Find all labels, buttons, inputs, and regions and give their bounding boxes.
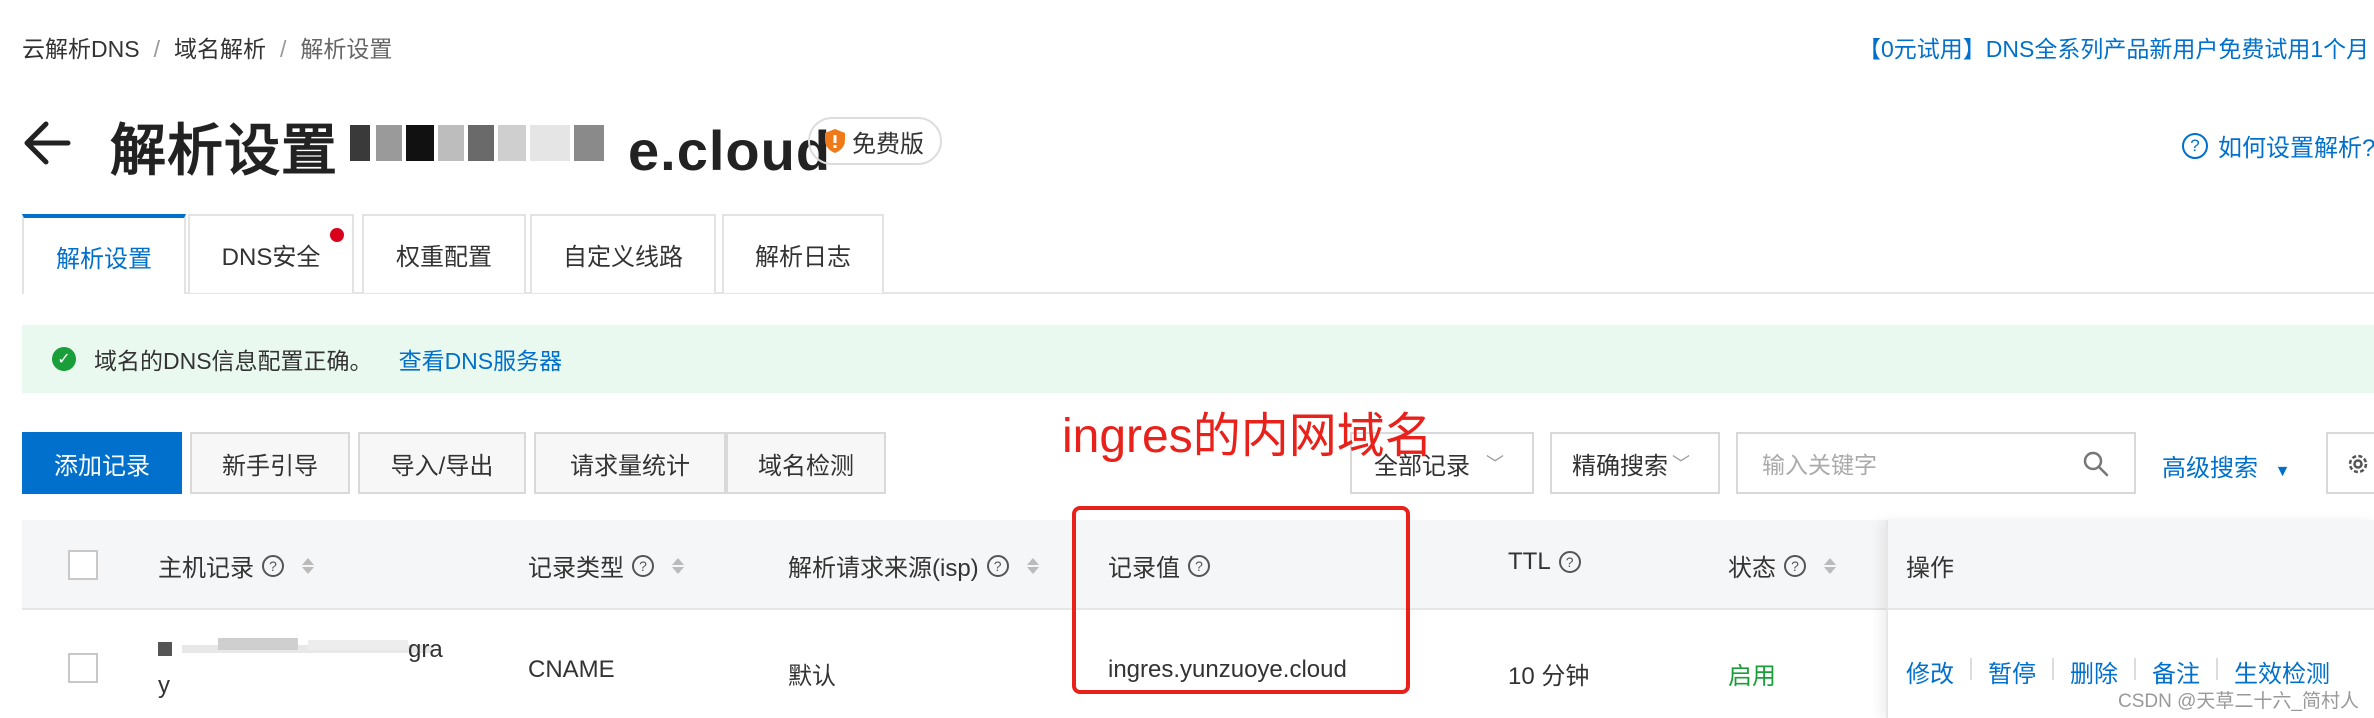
- chevron-down-icon: ﹀: [1672, 454, 1690, 474]
- settings-button[interactable]: [2326, 432, 2374, 494]
- annotation-highlight-box: [1072, 506, 1410, 694]
- redaction-block: [468, 125, 494, 161]
- promo-link[interactable]: 【0元试用】DNS全系列产品新用户免费试用1个月: [1858, 30, 2369, 64]
- domain-check-button[interactable]: 域名检测: [726, 432, 886, 494]
- col-ttl: TTL ?: [1508, 548, 1581, 576]
- breadcrumb: 云解析DNS / 域名解析 / 解析设置: [22, 30, 392, 64]
- match-mode-value: 精确搜索: [1572, 452, 1668, 480]
- watermark: CSDN @天草二十六_简村人: [2118, 691, 2359, 712]
- shield-icon: [825, 129, 845, 153]
- status-badge: 启用: [1728, 663, 1776, 690]
- pause-link[interactable]: 暂停: [1988, 654, 2036, 689]
- isp-cell: 默认: [788, 663, 836, 690]
- gear-icon: [2348, 454, 2368, 474]
- col-status-label: 状态: [1728, 555, 1776, 582]
- row-checkbox[interactable]: [68, 653, 98, 683]
- host-record-cell-wrap: y: [158, 672, 170, 699]
- beginner-guide-button[interactable]: 新手引导: [190, 432, 350, 494]
- search-placeholder: 输入关键字: [1762, 452, 1877, 478]
- search-input[interactable]: 输入关键字: [1736, 432, 2136, 494]
- redaction-block: [350, 125, 370, 161]
- select-all-checkbox[interactable]: [68, 550, 98, 580]
- col-isp-source-label: 解析请求来源(isp): [788, 555, 979, 582]
- page-title-suffix: e.cloud: [628, 119, 832, 182]
- caret-down-icon: ▼: [2274, 463, 2291, 480]
- action-divider: [2134, 658, 2136, 680]
- action-divider: [1970, 658, 1972, 680]
- breadcrumb-item-dns[interactable]: 云解析DNS: [22, 36, 140, 62]
- free-edition-badge: 免费版: [808, 117, 942, 165]
- redaction-block: [498, 125, 526, 161]
- page-title-prefix: 解析设置: [110, 119, 338, 182]
- redaction-block: [574, 125, 604, 161]
- col-actions-label: 操作: [1906, 555, 1954, 582]
- question-icon[interactable]: ?: [1558, 551, 1581, 573]
- redaction-block: [376, 125, 402, 161]
- edit-link[interactable]: 修改: [1906, 654, 1954, 689]
- col-record-type[interactable]: 记录类型 ?: [528, 548, 684, 583]
- check-circle-icon: ✓: [52, 347, 76, 371]
- view-dns-servers-link[interactable]: 查看DNS服务器: [399, 342, 563, 376]
- tab-dns-settings[interactable]: 解析设置: [22, 214, 186, 294]
- add-record-button[interactable]: 添加记录: [22, 432, 182, 494]
- effect-check-link[interactable]: 生效检测: [2234, 654, 2330, 689]
- host-record-cell: gra: [408, 636, 443, 663]
- question-icon[interactable]: ?: [632, 554, 654, 577]
- sort-icon[interactable]: [1824, 557, 1836, 574]
- col-host-record[interactable]: 主机记录 ?: [158, 548, 314, 583]
- sort-icon[interactable]: [672, 557, 684, 574]
- match-mode-select[interactable]: 精确搜索 ﹀: [1550, 432, 1720, 494]
- col-record-type-label: 记录类型: [528, 555, 624, 582]
- chevron-down-icon: ﹀: [1486, 454, 1504, 474]
- question-icon[interactable]: ?: [262, 554, 284, 577]
- col-isp-source[interactable]: 解析请求来源(isp) ?: [788, 548, 1039, 583]
- annotation-label: ingres的内网域名: [1062, 410, 1433, 463]
- notification-dot: [330, 228, 344, 242]
- import-export-button[interactable]: 导入/导出: [358, 432, 526, 494]
- breadcrumb-separator: /: [279, 36, 287, 62]
- redaction-block: [438, 125, 464, 161]
- help-link-label: 如何设置解析?: [2218, 135, 2374, 162]
- question-icon[interactable]: ?: [986, 554, 1009, 577]
- question-icon: ?: [2182, 132, 2208, 159]
- action-divider: [2216, 658, 2218, 680]
- status-alert: ✓ 域名的DNS信息配置正确。 查看DNS服务器: [22, 325, 2374, 393]
- remark-link[interactable]: 备注: [2152, 654, 2200, 689]
- tab-dns-log[interactable]: 解析日志: [722, 214, 884, 293]
- tab-weight-config[interactable]: 权重配置: [362, 214, 526, 293]
- record-type-cell: CNAME: [528, 656, 615, 683]
- request-stats-button[interactable]: 请求量统计: [534, 432, 726, 494]
- action-divider: [2052, 658, 2054, 680]
- sort-icon[interactable]: [302, 557, 314, 574]
- breadcrumb-item-current: 解析设置: [300, 36, 393, 62]
- advanced-search-label: 高级搜索: [2162, 455, 2258, 482]
- search-icon[interactable]: [2082, 450, 2110, 478]
- tab-custom-line[interactable]: 自定义线路: [530, 214, 716, 293]
- ttl-cell: 10 分钟: [1508, 663, 1590, 690]
- col-actions: 操作: [1906, 548, 1954, 583]
- sort-icon[interactable]: [1026, 557, 1039, 574]
- tab-dns-security[interactable]: DNS安全: [188, 214, 354, 293]
- delete-link[interactable]: 删除: [2070, 654, 2118, 689]
- col-status[interactable]: 状态 ?: [1728, 548, 1836, 583]
- col-ttl-label: TTL: [1508, 548, 1551, 575]
- redaction-block: [406, 125, 434, 161]
- redaction-block: [530, 125, 570, 161]
- badge-label: 免费版: [852, 130, 924, 158]
- help-link[interactable]: ? 如何设置解析?: [2182, 128, 2374, 163]
- breadcrumb-item-domain[interactable]: 域名解析: [174, 36, 266, 62]
- question-icon[interactable]: ?: [1784, 554, 1806, 577]
- back-arrow-icon[interactable]: [20, 116, 74, 170]
- breadcrumb-separator: /: [153, 36, 160, 62]
- advanced-search-link[interactable]: 高级搜索 ▼: [2162, 448, 2291, 483]
- alert-text: 域名的DNS信息配置正确。: [94, 348, 373, 374]
- col-host-record-label: 主机记录: [158, 555, 254, 582]
